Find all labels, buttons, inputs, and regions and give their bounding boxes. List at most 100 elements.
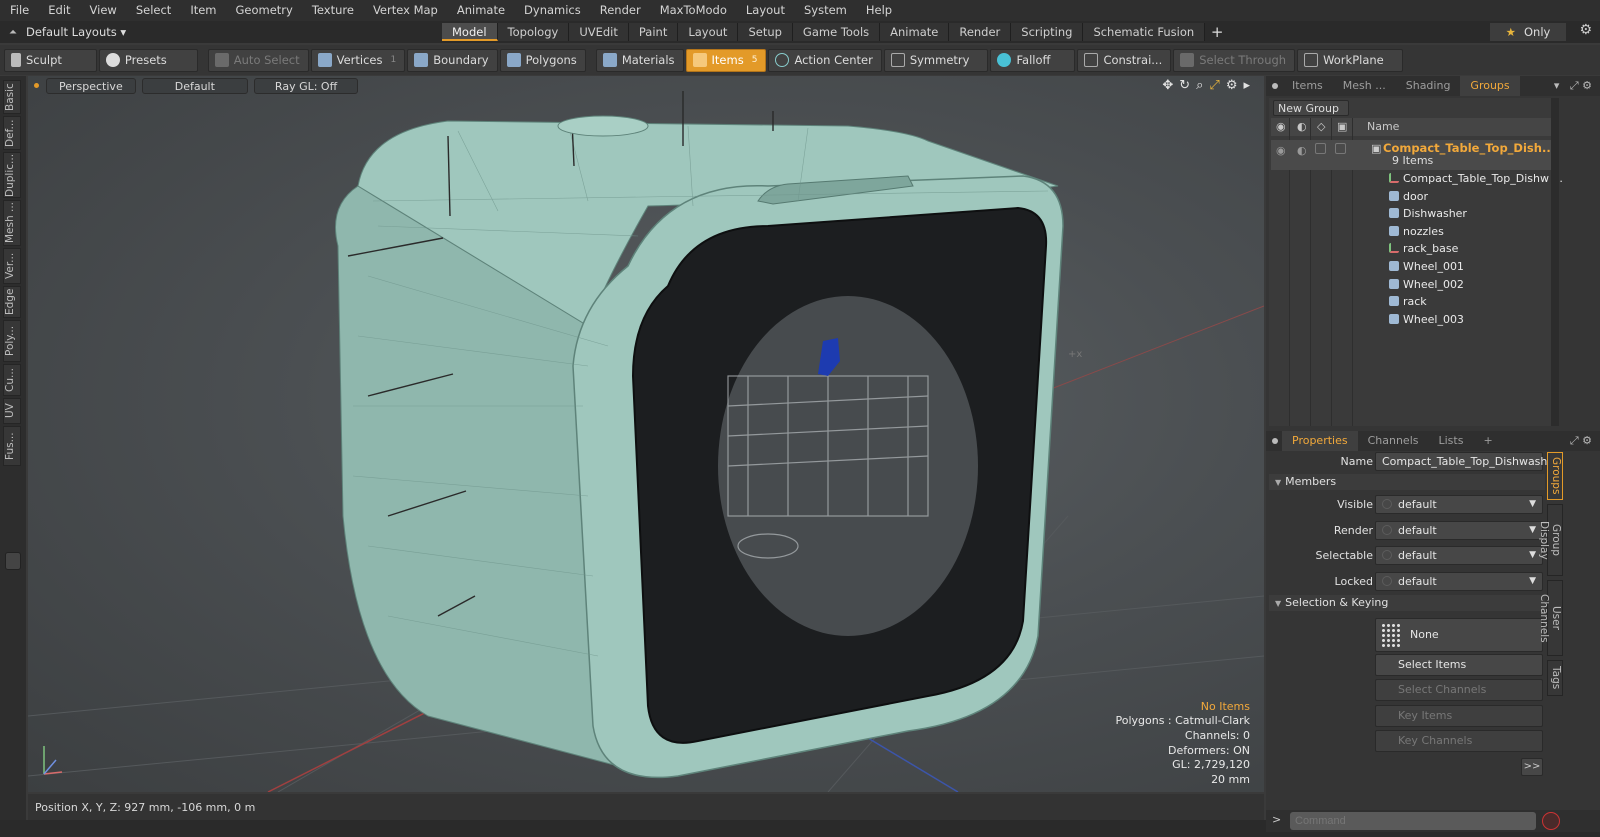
lock-toggle[interactable] [1335, 143, 1346, 154]
add-tab-button[interactable]: + [1205, 23, 1229, 41]
menu-dynamics[interactable]: Dynamics [514, 0, 590, 21]
vertices-button[interactable]: Vertices 1 [310, 48, 406, 72]
menu-texture[interactable]: Texture [302, 0, 363, 21]
side-tab-tags[interactable]: Tags [1547, 660, 1563, 696]
menu-edit[interactable]: Edit [38, 0, 79, 21]
tab-polygon[interactable]: Poly... [3, 320, 21, 362]
tab-lists[interactable]: Lists [1429, 431, 1474, 451]
tree-item[interactable]: door [1271, 188, 1551, 206]
tab-render[interactable]: Render [949, 23, 1012, 41]
menu-view[interactable]: View [80, 0, 126, 21]
tab-groups[interactable]: Groups [1460, 76, 1520, 96]
tab-basic[interactable]: Basic [3, 80, 21, 114]
menu-geometry[interactable]: Geometry [226, 0, 302, 21]
tab-curve[interactable]: Cu... [3, 364, 21, 396]
key-items-button[interactable]: Key Items [1375, 705, 1543, 727]
tab-paint[interactable]: Paint [628, 23, 679, 41]
tree-item[interactable]: rack [1271, 293, 1551, 311]
side-tab-user-channels[interactable]: User Channels [1538, 580, 1563, 656]
perspective-button[interactable]: Perspective [46, 78, 136, 94]
tab-game-tools[interactable]: Game Tools [792, 23, 881, 41]
tab-vertex[interactable]: Ver... [3, 248, 21, 284]
shading-default-button[interactable]: Default [141, 78, 248, 94]
fit-icon[interactable]: ⤢ [1209, 78, 1219, 93]
visibility-eye-icon[interactable]: ◉ [1276, 120, 1286, 133]
menu-item[interactable]: Item [180, 0, 225, 21]
tab-properties[interactable]: Properties [1282, 431, 1358, 451]
materials-button[interactable]: Materials [595, 48, 684, 72]
tab-edge[interactable]: Edge [3, 286, 21, 318]
tab-model[interactable]: Model [442, 23, 498, 41]
menu-file[interactable]: File [0, 0, 38, 21]
add-tab-button[interactable]: + [1473, 431, 1502, 451]
tab-uv[interactable]: UV [3, 398, 21, 424]
group-root-row[interactable]: ◉ ◐ ▣ Compact_Table_Top_Dish... 9 Items [1271, 140, 1555, 170]
visible-select[interactable]: default ▼ [1375, 495, 1543, 514]
auto-select-button[interactable]: Auto Select [207, 48, 309, 72]
tree-item[interactable]: Dishwasher [1271, 205, 1551, 223]
expand-button[interactable] [5, 552, 21, 570]
boundary-button[interactable]: Boundary [407, 48, 498, 72]
menu-select[interactable]: Select [126, 0, 180, 21]
tab-mesh[interactable]: Mesh ... [1333, 76, 1396, 96]
members-section[interactable]: ▼ Members [1269, 474, 1545, 490]
tab-duplicate[interactable]: Duplic... [3, 152, 21, 198]
viewport-gear-icon[interactable]: ⚙ [1226, 78, 1238, 93]
side-tab-group-display[interactable]: Group Display [1538, 504, 1563, 576]
select-channels-button[interactable]: Select Channels [1375, 679, 1543, 701]
tab-scripting[interactable]: Scripting [1011, 23, 1084, 41]
name-field[interactable]: Compact_Table_Top_Dishwasher [1375, 452, 1559, 471]
render-select[interactable]: default ▼ [1375, 521, 1543, 540]
select-items-button[interactable]: Select Items [1375, 654, 1543, 676]
gear-icon[interactable]: ⚙ [1579, 22, 1592, 38]
select-toggle[interactable] [1315, 143, 1326, 154]
more-button[interactable]: >> [1521, 758, 1543, 776]
tab-mesh[interactable]: Mesh ... [3, 200, 21, 246]
selectable-select[interactable]: default ▼ [1375, 546, 1543, 565]
tab-topology[interactable]: Topology [497, 23, 570, 41]
menu-render[interactable]: Render [590, 0, 650, 21]
menu-system[interactable]: System [794, 0, 856, 21]
raygl-button[interactable]: Ray GL: Off [253, 78, 359, 94]
tab-items[interactable]: Items [1282, 76, 1333, 96]
key-channels-button[interactable]: Key Channels [1375, 730, 1543, 752]
tree-item[interactable]: Compact_Table_Top_Dishw ... [1271, 170, 1563, 188]
falloff-button[interactable]: Falloff [990, 48, 1076, 72]
workplane-button[interactable]: WorkPlane [1297, 48, 1403, 72]
symmetry-button[interactable]: Symmetry [883, 48, 989, 72]
sculpt-button[interactable]: Sculpt [4, 48, 97, 72]
menu-animate[interactable]: Animate [447, 0, 514, 21]
groups-scrollbar[interactable] [1551, 98, 1559, 426]
collapse-arrow-icon[interactable]: ⏶ [0, 27, 26, 38]
zoom-icon[interactable]: ⌕ [1196, 78, 1203, 93]
tab-animate[interactable]: Animate [880, 23, 950, 41]
lock-icon[interactable]: ▣ [1337, 120, 1347, 133]
more-arrow-icon[interactable]: ▸ [1243, 78, 1250, 93]
layout-select[interactable]: Default Layouts ▾ [26, 25, 130, 39]
record-icon[interactable] [1542, 812, 1560, 830]
side-tab-groups[interactable]: Groups [1547, 452, 1563, 500]
pan-icon[interactable]: ✥ [1162, 78, 1173, 93]
none-button[interactable]: None [1375, 618, 1543, 652]
tab-channels[interactable]: Channels [1358, 431, 1429, 451]
tab-fusion[interactable]: Fus... [3, 426, 21, 466]
select-through-button[interactable]: Select Through [1173, 48, 1296, 72]
tree-item[interactable]: Wheel_003 [1271, 311, 1551, 329]
new-group-button[interactable]: New Group [1273, 100, 1349, 116]
tree-item[interactable]: Wheel_001 [1271, 258, 1551, 276]
tree-item[interactable]: nozzles [1271, 223, 1551, 241]
tab-schematic-fusion[interactable]: Schematic Fusion [1083, 23, 1206, 41]
command-input[interactable] [1290, 812, 1536, 830]
locked-select[interactable]: default ▼ [1375, 572, 1543, 591]
eye-icon[interactable]: ◉ [1276, 142, 1286, 160]
select-icon[interactable]: ◇ [1317, 120, 1325, 133]
panel-expand-icon[interactable]: ⤢ ⚙ [1570, 434, 1592, 448]
menu-layout[interactable]: Layout [736, 0, 794, 21]
render-icon[interactable]: ◐ [1297, 120, 1307, 133]
menu-maxtomodo[interactable]: MaxToModo [650, 0, 736, 21]
tab-setup[interactable]: Setup [738, 23, 793, 41]
tree-item[interactable]: Wheel_002 [1271, 276, 1551, 294]
tab-uvedit[interactable]: UVEdit [569, 23, 629, 41]
panel-expand-icon[interactable]: ▾ ⤢ ⚙ [1554, 79, 1592, 93]
tab-shading[interactable]: Shading [1396, 76, 1461, 96]
